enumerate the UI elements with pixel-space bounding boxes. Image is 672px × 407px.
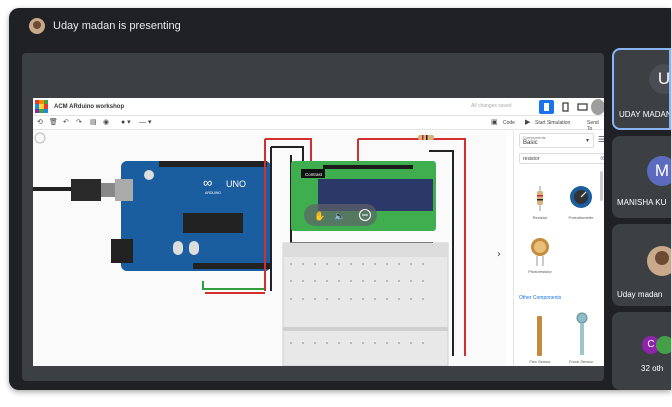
breadboard	[282, 242, 449, 366]
start-simulation-button[interactable]: Start Simulation	[535, 120, 570, 126]
undo-icon[interactable]: ↶	[63, 119, 69, 126]
board-logo-text: UNO	[226, 179, 246, 189]
save-status: All changes saved	[471, 103, 512, 109]
photoresistor-icon	[531, 238, 549, 266]
circuit-view-button[interactable]	[539, 100, 554, 114]
participant-name: MANISHA KU	[617, 198, 667, 207]
canvas-resistor	[418, 135, 434, 140]
participant-tile-uday[interactable]: Uday madan	[612, 224, 671, 306]
potentiometer-icon	[570, 186, 592, 208]
component-label-photoresistor[interactable]: Photoresistor	[520, 269, 560, 274]
eye-icon[interactable]: ◉	[103, 119, 109, 126]
user-avatar[interactable]	[591, 99, 604, 115]
presenter-avatar	[29, 18, 45, 34]
force-sensor-icon	[576, 312, 588, 355]
tinkercad-toolbar: ⟲ 🗑 ↶ ↷ ▤ ◉ ● ▾ — ▾ ▣ Code ▶ Start Simul…	[33, 116, 604, 132]
meet-window: Uday madan is presenting ACM ARduino wor…	[9, 8, 671, 390]
component-label-flex-sensor[interactable]: Flex Sensor	[520, 359, 560, 364]
avatar: M	[647, 156, 671, 186]
participant-tile-uday-active[interactable]: U UDAY MADAN	[612, 48, 671, 130]
notes-icon[interactable]: ▤	[90, 119, 97, 126]
redo-icon[interactable]: ↷	[76, 119, 82, 126]
uno-logo-infinity: ∞	[203, 175, 212, 190]
avatar: U	[649, 64, 669, 94]
avatar	[647, 246, 671, 276]
tinkercad-logo[interactable]	[35, 100, 48, 113]
contrast-tooltip: Contrast	[305, 172, 323, 177]
code-icon[interactable]: ▣	[491, 119, 498, 126]
color-picker-icon[interactable]: ● ▾	[121, 119, 131, 126]
component-view-button[interactable]	[558, 100, 573, 114]
participant-tile-manisha[interactable]: M MANISHA KU	[612, 136, 671, 218]
tinkercad-header: ACM ARduino workshop All changes saved	[33, 98, 604, 116]
component-label-force-sensor[interactable]: Force Sensor	[561, 359, 601, 364]
wire-type-icon[interactable]: — ▾	[139, 119, 151, 126]
panel-collapse-chevron-icon[interactable]: ›	[497, 249, 501, 260]
zoom-fit-icon	[34, 132, 46, 144]
tinkercad-window: ACM ARduino workshop All changes saved ⟲…	[33, 98, 604, 366]
component-label-potentiometer[interactable]: Potentiometer	[561, 215, 601, 220]
flex-sensor-icon	[537, 316, 542, 356]
arduino-uno-board	[111, 161, 271, 271]
hand-icon[interactable]: ✋	[314, 210, 325, 222]
project-title[interactable]: ACM ARduino workshop	[54, 104, 124, 110]
panel-scrollbar	[600, 171, 603, 201]
usb-cable	[33, 179, 121, 201]
components-panel: Components Basic ▾ ☰ resistor ⊗ Resistor…	[513, 131, 604, 366]
volume-icon[interactable]: 🔈	[334, 212, 345, 222]
component-label-resistor[interactable]: Resistor	[520, 215, 560, 220]
resistor-icon	[537, 186, 543, 211]
participant-name: UDAY MADAN	[619, 110, 671, 119]
code-button[interactable]: Code	[503, 120, 515, 126]
board-brand: ARDUINO	[205, 191, 221, 195]
rotate-icon[interactable]: ⟲	[37, 119, 43, 126]
list-view-button[interactable]	[575, 100, 590, 114]
participant-tile-others[interactable]: C 32 oth	[612, 312, 671, 390]
screen-share-area: ACM ARduino workshop All changes saved ⟲…	[22, 53, 604, 381]
presenter-banner-text: Uday madan is presenting	[53, 20, 181, 32]
participant-name: Uday madan	[617, 290, 663, 299]
delete-icon[interactable]: 🗑	[49, 119, 58, 126]
other-components-heading: Other Components	[519, 295, 562, 301]
others-count: 32 oth	[641, 364, 664, 373]
play-icon[interactable]: ▶	[525, 119, 530, 126]
avatar-secondary	[656, 336, 671, 354]
presenting-banner: Uday madan is presenting	[9, 8, 671, 44]
circuit-canvas[interactable]: ∞ UNO ARDUINO Contrast ✋ 🔈 ›	[33, 131, 506, 366]
